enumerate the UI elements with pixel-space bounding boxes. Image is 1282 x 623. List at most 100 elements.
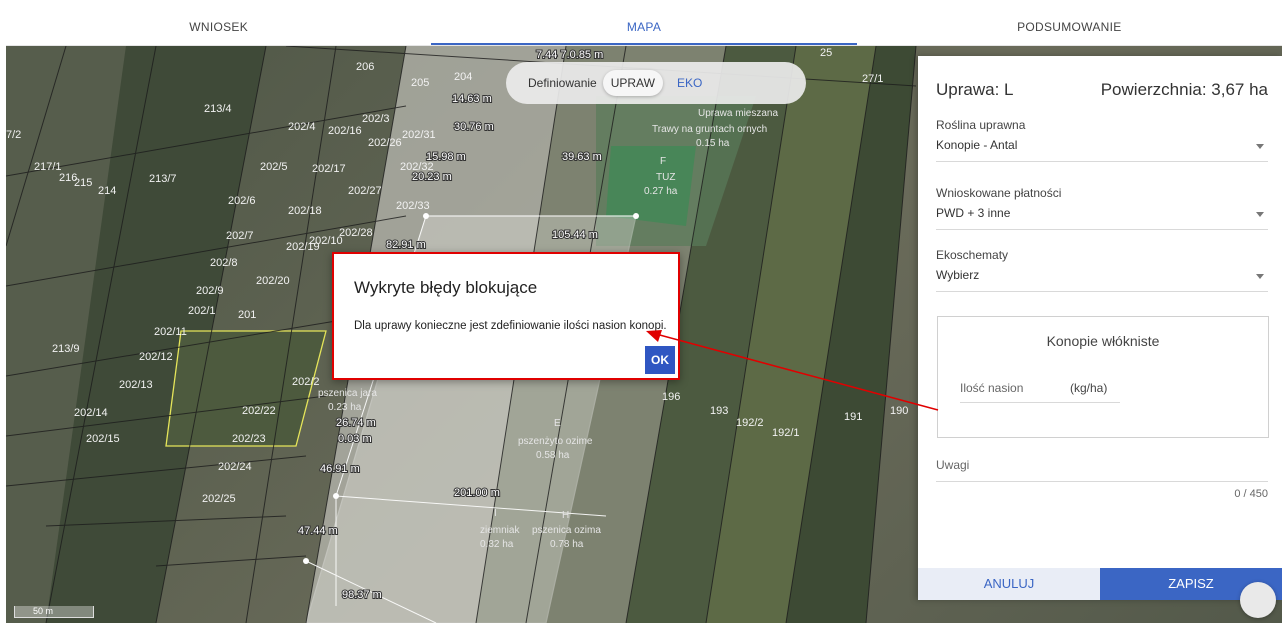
payments-select-label: Wnioskowane płatności [936,186,1062,200]
measurement-label: 82.91 m [386,239,426,251]
parcel-label: 202/12 [139,351,173,363]
hemp-section: Konopie włókniste Ilość nasion (kg/ha) [937,316,1269,438]
measurement-label: 14.63 m [452,93,492,105]
seed-quantity-unit: (kg/ha) [1070,381,1108,395]
parcel-label: 193 [710,405,728,417]
tab-podsumowanie[interactable]: PODSUMOWANIE [857,10,1282,45]
crop-title: Uprawa: L [936,80,1014,99]
app-root: WNIOSEK MAPA PODSUMOWANIE 206 205 204 21… [0,0,1282,623]
parcel-label: 202/7 [226,230,254,242]
payments-select[interactable]: Wnioskowane płatności PWD + 3 inne [936,186,1268,230]
parcel-label: 206 [356,61,374,73]
crop-label: E [554,418,561,429]
error-dialog-message: Dla uprawy konieczne jest zdefiniowanie … [354,320,667,332]
measurement-label: 26.74 m [336,417,376,429]
toggle-option-upraw[interactable]: UPRAW [602,70,663,96]
chevron-down-icon [1256,274,1264,279]
measurement-label: 98.37 m [342,589,382,601]
definition-toggle: Definiowanie UPRAW EKO [506,62,806,104]
parcel-label: 202/33 [396,200,430,212]
measurement-label: 7.44 7.0.85 m [536,49,603,61]
measurement-label: 20.23 m [412,171,452,183]
error-dialog: Wykryte błędy blokujące Dla uprawy konie… [332,252,680,380]
parcel-label: 202/31 [402,129,436,141]
top-tab-bar: WNIOSEK MAPA PODSUMOWANIE [6,10,1282,46]
parcel-label: 202/9 [196,285,224,297]
crop-label: pszenżyto ozime [518,436,593,447]
crop-details-panel: Uprawa: L Powierzchnia: 3,67 ha Roślina … [918,56,1282,600]
parcel-label: 202/5 [260,161,288,173]
parcel-label: 201 [238,309,256,321]
panel-actions: ANULUJ ZAPISZ [918,568,1282,600]
crop-label: pszenica ozima [532,525,601,536]
crop-label-area: 0.78 ha [550,539,584,550]
parcel-label: 202/2 [292,376,320,388]
chevron-down-icon [1256,212,1264,217]
crop-label-area: 0.32 ha [480,539,514,550]
seed-quantity-input[interactable]: Ilość nasion (kg/ha) [960,381,1120,403]
plant-select-value: Konopie - Antal [936,138,1018,152]
parcel-label: 213/4 [204,103,232,115]
parcel-label: 202/24 [218,461,252,473]
notes-label: Uwagi [936,458,970,472]
measurement-label: 0.03 m [338,433,372,445]
parcel-label: 202/10 [309,235,343,247]
parcel-label: 202/20 [256,275,290,287]
tab-wniosek[interactable]: WNIOSEK [6,10,431,45]
crop-label: I [494,508,497,519]
crop-label-area: 0.23 ha [328,402,362,413]
notes-char-counter: 0 / 450 [1234,488,1268,500]
payments-select-value: PWD + 3 inne [936,206,1011,220]
parcel-label: 202/1 [188,305,216,317]
parcel-label: 27/1 [862,73,883,85]
parcel-label: 202/6 [228,195,256,207]
ecoschemes-select-value: Wybierz [936,268,980,282]
tab-mapa[interactable]: MAPA [431,10,857,45]
measurement-label: 39.63 m [562,151,602,163]
crop-label-area: 0.27 ha [644,186,678,197]
error-dialog-title: Wykryte błędy blokujące [354,278,538,297]
crop-label: Uprawa mieszana [698,108,778,119]
parcel-label: 202/26 [368,137,402,149]
toggle-option-eko[interactable]: EKO [669,70,710,96]
parcel-label: 202/15 [86,433,120,445]
parcel-label: 202/17 [312,163,346,175]
parcel-label: 202/13 [119,379,153,391]
parcel-label: 202/23 [232,433,266,445]
parcel-label: 204 [454,71,472,83]
parcel-label: 7/2 [6,129,21,141]
definition-toggle-label: Definiowanie [528,76,597,90]
parcel-label: 192/2 [736,417,764,429]
ecoschemes-select[interactable]: Ekoschematy Wybierz [936,248,1268,292]
parcel-label: 213/9 [52,343,80,355]
parcel-label: 202/8 [210,257,238,269]
crop-label: F [660,156,666,167]
parcel-label: 202/3 [362,113,390,125]
crop-label: H [562,510,569,521]
parcel-label: 25 [820,47,832,59]
parcel-label: 191 [844,411,862,423]
notes-field[interactable]: Uwagi [936,458,1268,482]
parcel-label: 217/1 [34,161,62,173]
parcel-label: 202/28 [339,227,373,239]
parcel-label: 190 [890,405,908,417]
parcel-label: 196 [662,391,680,403]
crop-label: TUZ [656,172,675,183]
measurement-label: 201.00 m [454,487,500,499]
chevron-down-icon [1256,144,1264,149]
parcel-label: 202/27 [348,185,382,197]
crop-label-area: 0.15 ha [696,138,730,149]
hemp-section-title: Konopie włókniste [1046,333,1160,349]
measurement-label: 47.44 m [298,525,338,537]
measurement-label: 46.91 m [320,463,360,475]
crop-area: Powierzchnia: 3,67 ha [1100,80,1268,99]
measurement-label: 105.44 m [552,229,598,241]
ok-button[interactable]: OK [645,346,675,374]
parcel-label: 202/22 [242,405,276,417]
seed-quantity-label: Ilość nasion [960,381,1024,395]
crop-label-area: 0.58 ha [536,450,570,461]
map-action-button[interactable] [1240,582,1276,618]
cancel-button[interactable]: ANULUJ [918,568,1100,600]
plant-select[interactable]: Roślina uprawna Konopie - Antal [936,118,1268,162]
parcel-label: 202/11 [154,326,187,338]
